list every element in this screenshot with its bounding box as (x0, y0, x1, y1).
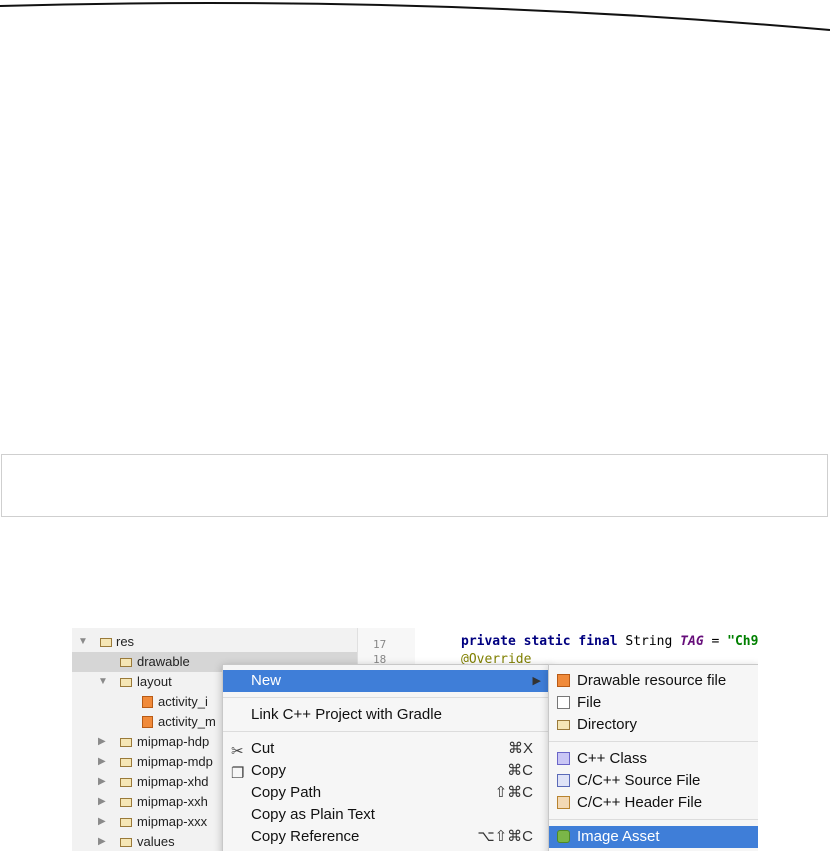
layout-file-icon (142, 716, 153, 728)
collapse-arrow-icon[interactable]: ▶ (98, 752, 106, 772)
code-string: "Ch9" (727, 634, 758, 649)
menu-item-label: Copy (251, 762, 287, 779)
menu-shortcut: ⌥⇧⌘C (477, 828, 533, 845)
menu-item-label: Cut (251, 740, 275, 757)
blank-box (1, 454, 828, 517)
tree-label: mipmap-hdp (137, 734, 210, 749)
submenu-item-cpp-class[interactable]: C++ Class (549, 748, 758, 770)
folder-icon (557, 720, 570, 730)
tree-label: res (116, 634, 135, 649)
menu-item-label: New (251, 672, 282, 689)
folder-icon (120, 838, 132, 847)
folder-icon (120, 738, 132, 747)
menu-separator (549, 741, 758, 742)
tree-label: activity_m (158, 714, 216, 729)
tree-label: drawable (137, 654, 190, 669)
menu-item-copy-path[interactable]: Copy Path ⇧⌘C (223, 782, 551, 804)
submenu-item-file[interactable]: File (549, 692, 758, 714)
context-menu: New ▶ Link C++ Project with Gradle ✂ Cut… (222, 664, 552, 851)
folder-icon (120, 818, 132, 827)
menu-item-link-cpp-project[interactable]: Link C++ Project with Gradle (223, 704, 551, 726)
submenu-item-label: Drawable resource file (577, 672, 727, 689)
menu-item-label: Copy Reference (251, 828, 360, 845)
menu-separator (223, 731, 551, 732)
code-identifier: TAG (680, 634, 704, 649)
expand-arrow-icon[interactable]: ▼ (78, 632, 88, 652)
ide-screenshot: ▼ res drawable ▼ layout activity_i activ… (72, 628, 758, 851)
submenu-item-label: C/C++ Source File (577, 772, 701, 789)
folder-icon (120, 778, 132, 787)
submenu-item-drawable-resource-file[interactable]: Drawable resource file (549, 670, 758, 692)
menu-item-cut[interactable]: ✂ Cut ⌘X (223, 738, 551, 760)
menu-item-label: Copy Path (251, 784, 322, 801)
submenu-item-image-asset[interactable]: Image Asset (549, 826, 758, 848)
line-number: 17 (373, 638, 387, 651)
submenu-item-cpp-source-file[interactable]: C/C++ Source File (549, 770, 758, 792)
tree-label: activity_i (158, 694, 208, 709)
menu-shortcut: ⌘C (507, 762, 533, 779)
submenu-item-directory[interactable]: Directory (549, 714, 758, 736)
page-top-curve (0, 2, 830, 31)
submenu-item-label: File (577, 694, 602, 711)
submenu-item-label: Directory (577, 716, 638, 733)
menu-item-copy-reference[interactable]: Copy Reference ⌥⇧⌘C (223, 826, 551, 848)
tree-label: mipmap-xhd (137, 774, 209, 789)
new-submenu: Drawable resource file File Directory C+… (548, 664, 758, 851)
folder-icon (120, 678, 132, 687)
file-icon (557, 696, 570, 709)
folder-icon (120, 758, 132, 767)
folder-icon (120, 798, 132, 807)
android-icon (557, 830, 570, 843)
cpp-class-icon (557, 752, 570, 765)
submenu-item-label: C++ Class (577, 750, 648, 767)
tree-label: mipmap-xxh (137, 794, 208, 809)
collapse-arrow-icon[interactable]: ▶ (98, 812, 106, 832)
tree-item-res[interactable]: ▼ res (72, 632, 357, 652)
tree-label: mipmap-xxx (137, 814, 208, 829)
collapse-arrow-icon[interactable]: ▶ (98, 832, 106, 851)
tree-label: values (137, 834, 175, 849)
cpp-header-file-icon (557, 796, 570, 809)
menu-item-new[interactable]: New ▶ (223, 670, 551, 692)
tree-label: layout (137, 674, 172, 689)
submenu-arrow-icon: ▶ (532, 675, 541, 687)
code-keyword: private static final (461, 634, 618, 649)
collapse-arrow-icon[interactable]: ▶ (98, 772, 106, 792)
code-type: String (617, 634, 681, 649)
layout-file-icon (142, 696, 153, 708)
menu-separator (549, 819, 758, 820)
code-line: private static final String TAG = "Ch9"; (461, 634, 758, 649)
folder-icon (100, 638, 112, 647)
menu-item-label: Link C++ Project with Gradle (251, 706, 442, 723)
cpp-source-file-icon (557, 774, 570, 787)
submenu-item-cpp-header-file[interactable]: C/C++ Header File (549, 792, 758, 814)
code-operator: = (703, 634, 728, 649)
menu-shortcut: ⇧⌘C (494, 784, 533, 801)
submenu-item-label: Image Asset (577, 828, 660, 845)
collapse-arrow-icon[interactable]: ▶ (98, 732, 106, 752)
menu-item-label: Copy as Plain Text (251, 806, 375, 823)
expand-arrow-icon[interactable]: ▼ (98, 672, 108, 692)
menu-separator (223, 697, 551, 698)
submenu-item-label: C/C++ Header File (577, 794, 703, 811)
menu-shortcut: ⌘X (507, 740, 533, 757)
tree-label: mipmap-mdp (137, 754, 213, 769)
menu-item-copy-plain-text[interactable]: Copy as Plain Text (223, 804, 551, 826)
menu-item-copy[interactable]: ❐ Copy ⌘C (223, 760, 551, 782)
folder-icon (120, 658, 132, 667)
collapse-arrow-icon[interactable]: ▶ (98, 792, 106, 812)
xml-file-icon (557, 674, 570, 687)
